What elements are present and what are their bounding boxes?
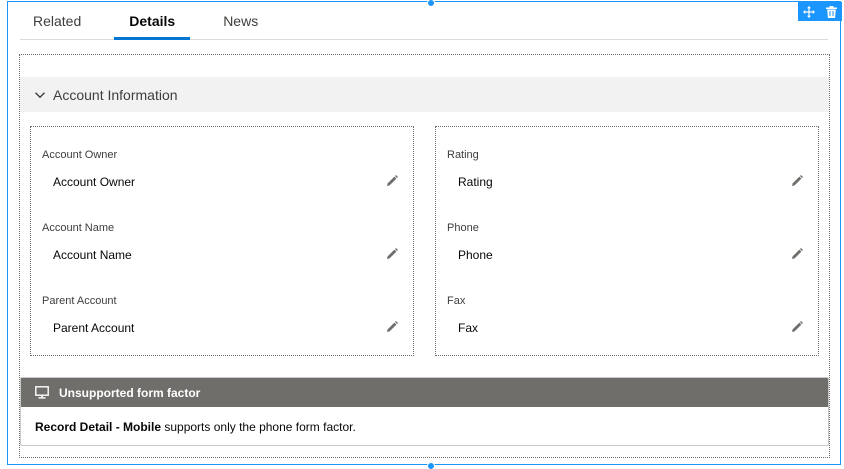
banner-header: Unsupported form factor [21, 378, 828, 407]
field-parent-account: Parent Account Parent Account [42, 295, 413, 355]
tab-news[interactable]: News [210, 2, 271, 39]
pencil-icon[interactable] [385, 174, 399, 188]
record-detail-container: Account Information Account Owner Accoun… [19, 54, 830, 458]
pencil-icon[interactable] [790, 247, 804, 261]
chevron-down-icon [34, 89, 46, 101]
resize-handle-bottom[interactable] [427, 462, 435, 469]
field-value: Phone [458, 248, 493, 262]
banner-message: Record Detail - Mobile supports only the… [21, 407, 828, 445]
field-column-right: Rating Rating Phone Phone Fax Fax [435, 126, 819, 356]
banner-title: Unsupported form factor [59, 385, 201, 400]
field-label: Account Owner [42, 149, 118, 161]
field-value: Rating [458, 175, 493, 189]
component-name: Record Detail - Mobile [35, 420, 162, 434]
tab-related[interactable]: Related [20, 2, 94, 39]
pencil-icon[interactable] [385, 320, 399, 334]
tab-bar: Related Details News [20, 2, 828, 40]
field-label: Parent Account [42, 295, 117, 307]
field-label: Account Name [42, 222, 115, 234]
field-value: Fax [458, 321, 479, 335]
field-column-left: Account Owner Account Owner Account Name… [30, 126, 414, 356]
unsupported-form-factor-banner: Unsupported form factor Record Detail - … [20, 377, 829, 446]
section-title: Account Information [53, 86, 178, 103]
field-phone: Phone Phone [447, 222, 818, 282]
field-value: Account Owner [53, 175, 136, 189]
field-value: Parent Account [53, 321, 135, 335]
pencil-icon[interactable] [790, 174, 804, 188]
field-label: Phone [447, 222, 479, 234]
field-account-name: Account Name Account Name [42, 222, 413, 282]
field-value: Account Name [53, 248, 132, 262]
field-label: Fax [447, 295, 466, 307]
banner-text: supports only the phone form factor. [161, 420, 356, 434]
tab-details[interactable]: Details [114, 2, 191, 40]
pencil-icon[interactable] [385, 247, 399, 261]
field-label: Rating [447, 149, 479, 161]
field-rating: Rating Rating [447, 149, 818, 209]
monitor-icon [35, 385, 49, 400]
field-fax: Fax Fax [447, 295, 818, 355]
pencil-icon[interactable] [790, 320, 804, 334]
section-header-account-information[interactable]: Account Information [20, 77, 829, 112]
field-account-owner: Account Owner Account Owner [42, 149, 413, 209]
